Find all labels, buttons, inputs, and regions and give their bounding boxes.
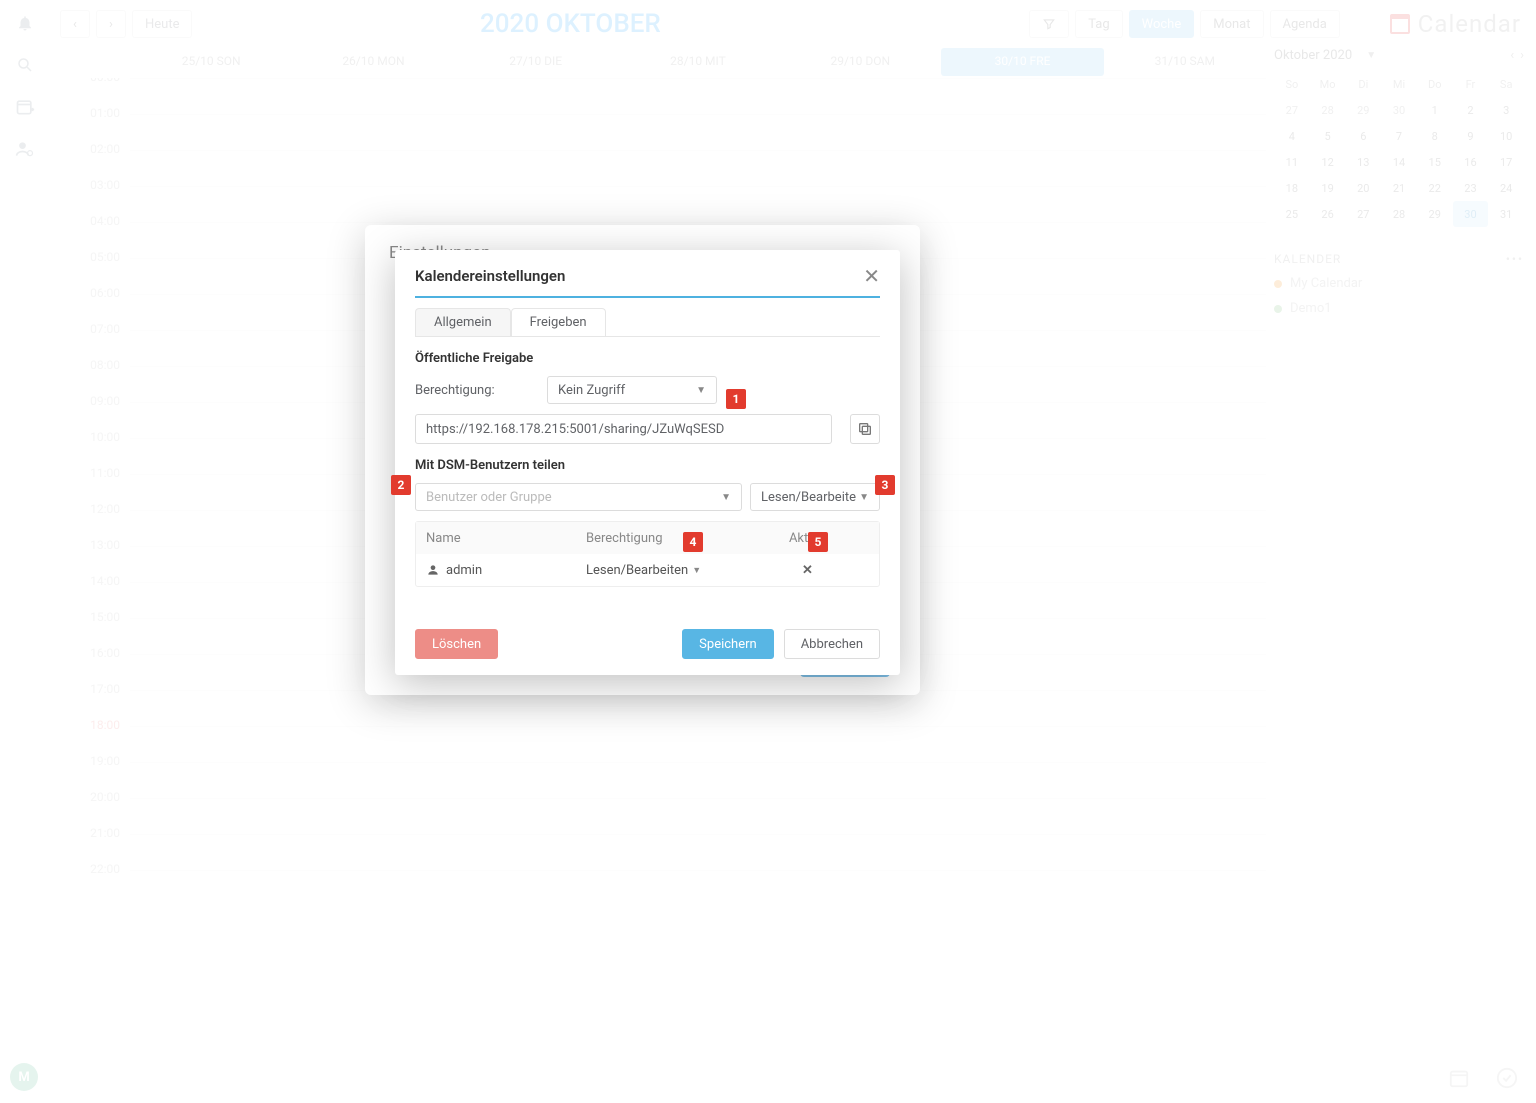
save-button[interactable]: Speichern — [682, 629, 774, 659]
callout-5: 5 — [808, 532, 828, 552]
row-delete-icon[interactable]: ✕ — [802, 563, 813, 578]
cancel-button[interactable]: Abbrechen — [784, 629, 880, 659]
col-name: Name — [416, 531, 576, 546]
tab-allgemein[interactable]: Allgemein — [415, 308, 511, 336]
col-perm: Berechtigung — [576, 531, 736, 546]
modal-title: Kalendereinstellungen — [415, 267, 565, 285]
user-group-dropdown[interactable]: Benutzer oder Gruppe▼ — [415, 483, 742, 511]
row-name: admin — [446, 563, 482, 578]
share-url-input[interactable] — [415, 414, 832, 444]
copy-button[interactable] — [850, 414, 880, 444]
section-public-share: Öffentliche Freigabe — [415, 351, 880, 366]
share-table: Name Berechtigung Aktion admin Lesen/Bea… — [415, 521, 880, 587]
close-icon[interactable]: ✕ — [863, 264, 880, 288]
tab-freigeben[interactable]: Freigeben — [511, 308, 606, 336]
callout-2: 2 — [391, 475, 411, 495]
table-row: admin Lesen/Bearbeiten▼ ✕ — [416, 554, 879, 586]
permission-label: Berechtigung: — [415, 383, 535, 398]
delete-button[interactable]: Löschen — [415, 629, 498, 659]
section-dsm-share: Mit DSM-Benutzern teilen — [415, 458, 880, 473]
callout-1: 1 — [726, 389, 746, 409]
permission-dropdown[interactable]: Kein Zugriff▼ — [547, 376, 717, 404]
calendar-settings-modal: Kalendereinstellungen ✕ Allgemein Freige… — [395, 250, 900, 675]
user-icon — [426, 563, 440, 577]
access-dropdown[interactable]: Lesen/Bearbeiten▼ — [750, 483, 880, 511]
callout-3: 3 — [875, 475, 895, 495]
row-perm-dropdown[interactable]: Lesen/Bearbeiten▼ — [586, 563, 726, 578]
callout-4: 4 — [683, 532, 703, 552]
